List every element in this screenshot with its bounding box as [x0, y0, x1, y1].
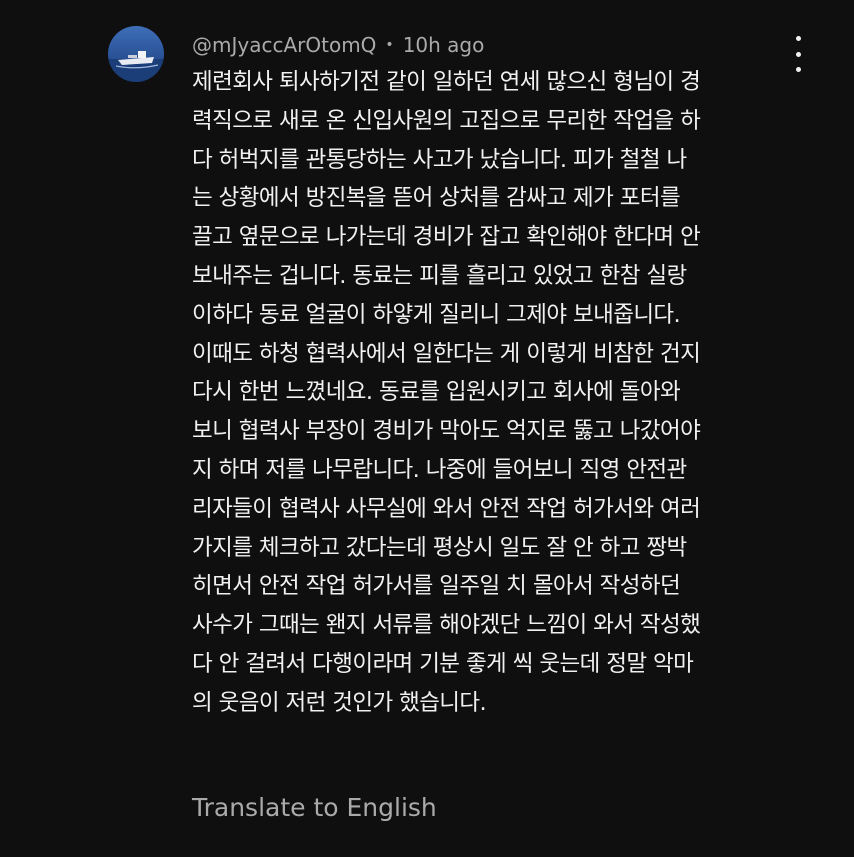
comment-line: 히면서 안전 작업 허가서를 일주일 치 몰아서 작성하던	[192, 573, 681, 600]
comment-line: 다 허벅지를 관통당하는 사고가 났습니다. 피가 철철 나	[192, 146, 687, 173]
timestamp: 10h ago	[402, 33, 485, 57]
comment-line: 지 하며 저를 나무랍니다. 나중에 들어보니 직영 안전관	[192, 456, 687, 483]
comment-line: 끌고 옆문으로 나가는데 경비가 잡고 확인해야 한다며 안	[192, 224, 701, 251]
comment-line: 가지를 체크하고 갔다는데 평상시 일도 잘 안 하고 짱박	[192, 534, 687, 561]
comment-line: 력직으로 새로 온 신입사원의 고집으로 무리한 작업을 하	[192, 107, 701, 134]
vertical-ellipsis-icon	[795, 36, 801, 41]
translate-button[interactable]: Translate to English	[192, 793, 437, 822]
comment-line: 이하다 동료 얼굴이 하얗게 질리니 그제야 보내줍니다.	[192, 301, 681, 328]
comment-body: 제련회사 퇴사하기전 같이 일하던 연세 많으신 형님이 경 력직으로 새로 온…	[192, 63, 792, 723]
comment-header: @mJyaccArOtomQ • 10h ago	[192, 30, 484, 60]
author-handle[interactable]: @mJyaccArOtomQ	[192, 33, 376, 57]
vertical-ellipsis-icon	[795, 51, 801, 57]
ship-avatar-image	[108, 26, 164, 82]
comment-line: 보니 협력사 부장이 경비가 막아도 억지로 뚫고 나갔어야	[192, 418, 701, 445]
comment-line: 리자들이 협력사 사무실에 와서 안전 작업 허가서와 여러	[192, 495, 701, 522]
comment: @mJyaccArOtomQ • 10h ago 제련회사 퇴사하기전 같이 일…	[0, 0, 854, 857]
comment-line: 의 웃음이 저런 것인가 했습니다.	[192, 689, 487, 716]
comment-line: 는 상황에서 방진복을 뜯어 상처를 감싸고 제가 포터를	[192, 185, 681, 212]
comment-line: 이때도 하청 협력사에서 일한다는 게 이렇게 비참한 건지	[192, 340, 701, 367]
comment-line: 사수가 그때는 왠지 서류를 해야겠단 느낌이 와서 작성했	[192, 612, 701, 639]
comment-line: 다 안 걸려서 다행이라며 기분 좋게 씩 웃는데 정말 악마	[192, 650, 694, 677]
separator-dot: •	[385, 37, 394, 53]
vertical-ellipsis-icon	[795, 67, 801, 72]
comment-line: 다시 한번 느꼈네요. 동료를 입원시키고 회사에 돌아와	[192, 379, 681, 406]
comment-line: 제련회사 퇴사하기전 같이 일하던 연세 많으신 형님이 경	[192, 69, 701, 95]
comment-line: 보내주는 겁니다. 동료는 피를 흘리고 있었고 한참 실랑	[192, 262, 687, 289]
avatar[interactable]	[108, 26, 164, 82]
